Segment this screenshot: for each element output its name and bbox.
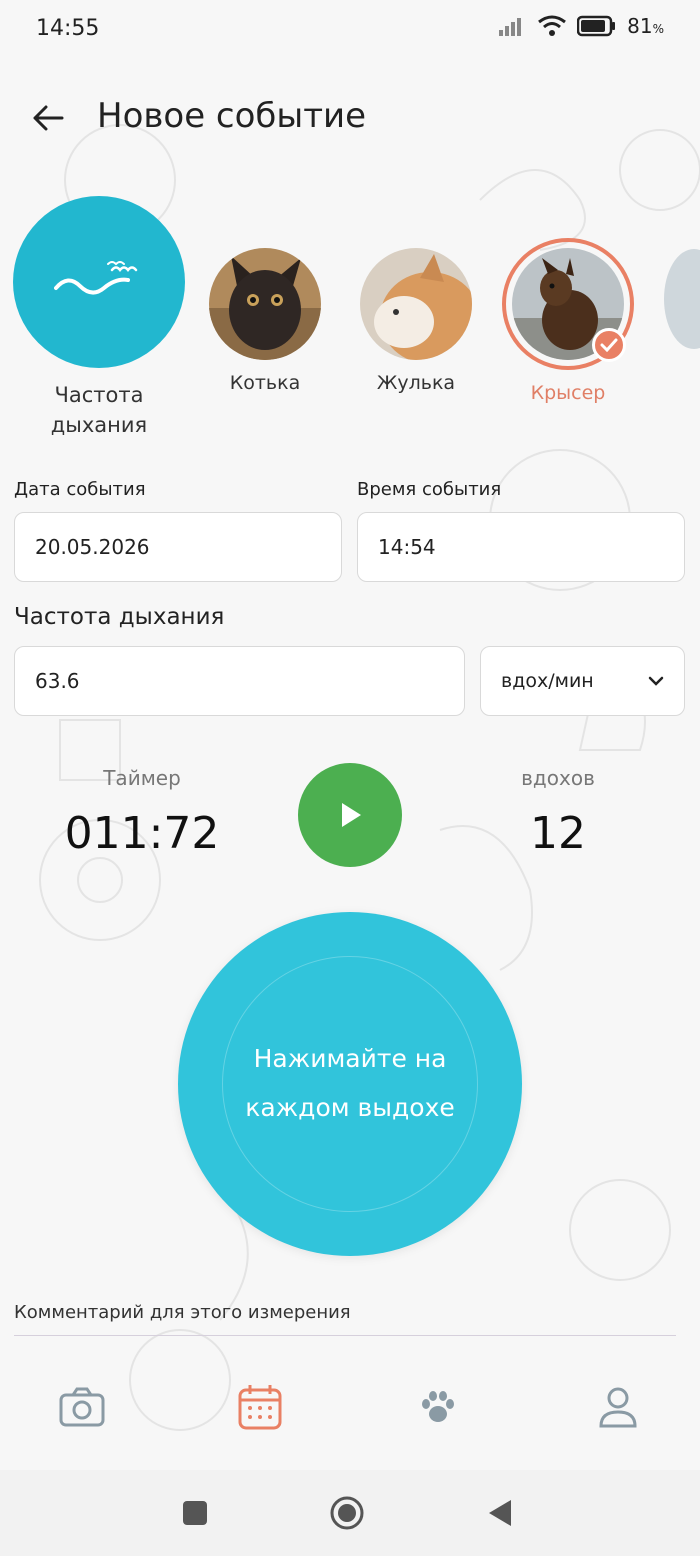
rate-input[interactable]: 63.6 — [14, 646, 465, 716]
system-navigation-bar — [0, 1470, 700, 1556]
recents-button[interactable] — [170, 1490, 220, 1536]
chevron-down-icon — [648, 676, 664, 686]
camera-icon — [59, 1387, 105, 1427]
nav-camera[interactable] — [52, 1380, 112, 1434]
pet-kryser[interactable]: Крысер — [502, 238, 634, 408]
tap-exhale-button[interactable]: Нажимайте на каждом выдохе — [178, 912, 522, 1256]
battery-percent: 81% — [627, 14, 664, 38]
status-time: 14:55 — [36, 16, 100, 41]
date-label: Дата события — [14, 479, 146, 500]
event-type-breathing-rate[interactable]: Частота дыхания — [13, 196, 185, 441]
profile-icon — [599, 1387, 637, 1428]
pet-avatar — [209, 248, 321, 360]
timer-value: 011:72 — [64, 808, 220, 859]
cat-photo — [209, 248, 321, 360]
home-button[interactable] — [322, 1490, 372, 1536]
play-icon — [342, 803, 361, 827]
home-circle-icon — [330, 1496, 364, 1530]
pet-kotka[interactable]: Котька — [209, 248, 321, 398]
pet-avatar — [360, 248, 472, 360]
pet-name: Крысер — [530, 382, 606, 404]
pet-name: Котька — [229, 372, 301, 394]
breaths-label: вдохов — [521, 766, 595, 790]
unit-select[interactable]: вдох/мин — [480, 646, 685, 716]
nav-calendar[interactable] — [230, 1380, 290, 1434]
date-field[interactable]: 20.05.2026 — [14, 512, 342, 582]
header: Новое событие — [0, 90, 700, 146]
calendar-icon — [238, 1385, 282, 1430]
battery-icon — [577, 15, 616, 37]
selected-ring — [502, 238, 634, 370]
wifi-icon — [538, 15, 567, 36]
pet-zhulka[interactable]: Жулька — [360, 248, 472, 398]
back-system-button[interactable] — [474, 1490, 524, 1536]
pet-next-peek[interactable] — [664, 249, 700, 349]
play-button[interactable] — [298, 763, 402, 867]
breaths-value: 12 — [530, 808, 586, 859]
pet-name: Жулька — [376, 372, 456, 394]
arrow-back-icon — [33, 105, 64, 131]
timer-label: Таймер — [103, 766, 181, 790]
rate-title: Частота дыхания — [14, 604, 225, 630]
back-button[interactable] — [26, 96, 70, 140]
event-type-label: Частота дыхания — [50, 383, 148, 438]
comment-input[interactable] — [14, 1335, 676, 1336]
cat-photo — [360, 248, 472, 360]
bottom-nav — [0, 1366, 700, 1450]
nav-pets[interactable] — [408, 1380, 468, 1434]
nav-profile[interactable] — [588, 1380, 648, 1434]
comment-label: Комментарий для этого измерения — [14, 1302, 351, 1323]
tap-exhale-label: Нажимайте на каждом выдохе — [222, 956, 478, 1212]
breathing-wave-icon — [54, 261, 138, 295]
status-bar: 14:55 81% — [0, 0, 700, 62]
page-title: Новое событие — [97, 96, 367, 136]
triangle-back-icon — [489, 1500, 511, 1526]
time-field[interactable]: 14:54 — [357, 512, 685, 582]
time-label: Время события — [357, 479, 502, 500]
status-icons: 81% — [499, 14, 664, 38]
square-icon — [183, 1501, 207, 1525]
paw-icon — [422, 1391, 454, 1422]
event-type-circle — [13, 196, 185, 368]
selected-check-icon — [592, 328, 626, 362]
subject-selector: Частота дыхания Котька Жулька Крысер — [0, 196, 700, 456]
unit-value: вдох/мин — [501, 670, 594, 692]
signal-icon — [499, 18, 522, 36]
